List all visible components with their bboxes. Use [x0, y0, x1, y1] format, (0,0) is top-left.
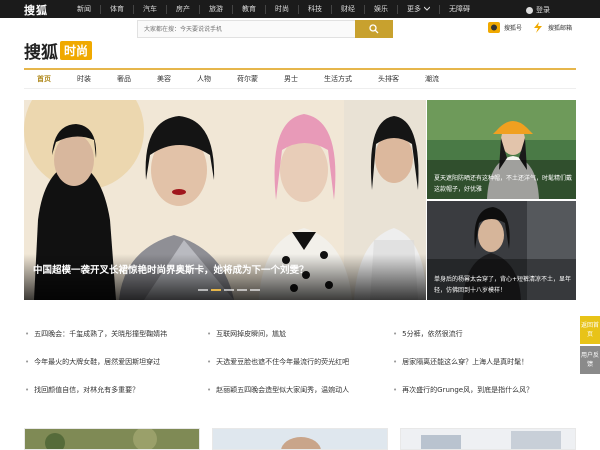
chevron-down-icon — [423, 6, 431, 11]
side-story-1-title: 夏天遮阳防晒还有这种帽，不土还洋气，时髦精们戴这款帽子，好优雅 — [434, 175, 573, 193]
top-nav-finance[interactable]: 财经 — [331, 4, 364, 14]
carousel-indicators — [198, 289, 260, 291]
thumbnail-image — [401, 429, 575, 449]
top-nav-fashion[interactable]: 时尚 — [265, 4, 298, 14]
carousel-dot[interactable] — [250, 289, 260, 291]
cat-hormone[interactable]: 荷尔蒙 — [230, 74, 265, 84]
carousel-dot[interactable] — [237, 289, 247, 291]
hero-caption-overlay — [24, 254, 426, 300]
back-to-home-button[interactable]: 返回首页 — [580, 316, 600, 344]
brand-channel: 时尚 — [60, 41, 93, 60]
news-item[interactable]: 居家隔离还能这么穿？上海人是真时髦！ — [393, 358, 563, 386]
login-label: 登录 — [536, 6, 550, 14]
feedback-button[interactable]: 用户反馈 — [580, 346, 600, 374]
article-thumbnail[interactable] — [400, 428, 576, 450]
top-nav-sports[interactable]: 体育 — [100, 4, 133, 14]
cat-front-row[interactable]: 头排客 — [371, 74, 406, 84]
hero-carousel[interactable]: 中国超模一袭开叉长裙惊艳时尚界奥斯卡，她将成为下一个刘雯？ — [24, 100, 426, 300]
top-nav-auto[interactable]: 汽车 — [133, 4, 166, 14]
search-button[interactable] — [355, 20, 393, 38]
article-thumbnail[interactable] — [24, 428, 200, 450]
cat-clothing[interactable]: 时装 — [70, 74, 98, 84]
brand-logo[interactable]: 搜狐 时尚 — [24, 38, 93, 63]
carousel-dot[interactable] — [224, 289, 234, 291]
mail-bolt-icon — [534, 22, 543, 33]
brand-name: 搜狐 — [24, 43, 58, 63]
side-story-2-title: 单身后的杨幂太会穿了，背心+短裤清凉不土，显年轻，仿佛回到十八岁模样！ — [434, 276, 572, 294]
top-nav-more[interactable]: 更多 — [397, 4, 439, 14]
side-story-1[interactable]: 夏天遮阳防晒还有这种帽，不土还洋气，时髦精们戴这款帽子，好优雅 — [427, 100, 576, 199]
cat-people[interactable]: 人物 — [190, 74, 218, 84]
top-nav-entertainment[interactable]: 娱乐 — [364, 4, 397, 14]
cat-men[interactable]: 男士 — [277, 74, 305, 84]
mail-label: 搜狐邮箱 — [548, 25, 573, 32]
search-box — [137, 20, 393, 38]
top-nav-house[interactable]: 房产 — [166, 4, 199, 14]
mail-link[interactable]: 搜狐邮箱 — [532, 22, 572, 33]
side-story-2[interactable]: 单身后的杨幂太会穿了，背心+短裤清凉不土，显年轻，仿佛回到十八岁模样！ — [427, 201, 576, 300]
news-item[interactable]: 互联网掉皮瞬间，尴尬 — [207, 330, 377, 358]
cat-home[interactable]: 首页 — [30, 74, 58, 84]
top-nav-education[interactable]: 教育 — [232, 4, 265, 14]
carousel-dot-active[interactable] — [211, 289, 221, 291]
sohu-hao-label: 搜狐号 — [504, 25, 523, 32]
header-tools: 搜狐号 搜狐邮箱 — [488, 22, 572, 33]
top-nav-travel[interactable]: 旅游 — [199, 4, 232, 14]
article-thumbnail[interactable] — [212, 428, 388, 450]
top-nav-accessibility[interactable]: 无障碍 — [439, 4, 479, 14]
sohu-logo[interactable]: 搜狐 — [24, 2, 48, 18]
news-item[interactable]: 5分裤，依然很流行 — [393, 330, 563, 358]
news-list-1: 五四晚会：千玺成熟了，关晓彤撞型鞠婧祎 今年最火的大牌女鞋，居然爱因斯坦穿过 找… — [25, 330, 195, 414]
news-item[interactable]: 赵丽颖五四晚会造型似大家闺秀，温婉动人 — [207, 386, 377, 414]
cat-trend[interactable]: 潮流 — [418, 74, 446, 84]
news-item[interactable]: 找回颜值自信，对林允有多重要？ — [25, 386, 195, 414]
search-icon — [369, 24, 379, 34]
sohu-hao-link[interactable]: 搜狐号 — [488, 22, 522, 33]
news-item[interactable]: 再次盛行的Grunge风，到底是指什么风？ — [393, 386, 563, 414]
category-nav: 首页 时装 奢品 美容 人物 荷尔蒙 男士 生活方式 头排客 潮流 — [24, 68, 576, 89]
thumbnail-image — [213, 429, 387, 449]
top-bar: 搜狐 新闻 体育 汽车 房产 旅游 教育 时尚 科技 财经 娱乐 更多 无障碍 … — [0, 0, 600, 18]
top-nav-news[interactable]: 新闻 — [68, 5, 100, 14]
news-item[interactable]: 五四晚会：千玺成熟了，关晓彤撞型鞠婧祎 — [25, 330, 195, 358]
sohu-hao-icon — [488, 22, 500, 33]
news-list-2: 互联网掉皮瞬间，尴尬 天选爱豆脸也遮不住今年最流行的荧光红吧 赵丽颖五四晚会造型… — [207, 330, 377, 414]
top-nav-more-label: 更多 — [407, 4, 421, 13]
hero-title[interactable]: 中国超模一袭开叉长裙惊艳时尚界奥斯卡，她将成为下一个刘雯？ — [33, 262, 309, 276]
cat-lifestyle[interactable]: 生活方式 — [317, 74, 359, 84]
thumbnail-image — [25, 429, 199, 449]
login-link[interactable]: 登录 — [526, 5, 550, 15]
news-item[interactable]: 天选爱豆脸也遮不住今年最流行的荧光红吧 — [207, 358, 377, 386]
carousel-dot[interactable] — [198, 289, 208, 291]
top-nav-tech[interactable]: 科技 — [298, 4, 331, 14]
user-icon — [526, 6, 533, 14]
search-input[interactable] — [138, 21, 355, 37]
cat-beauty[interactable]: 美容 — [150, 74, 178, 84]
top-nav: 新闻 体育 汽车 房产 旅游 教育 时尚 科技 财经 娱乐 更多 无障碍 — [68, 0, 479, 18]
news-item[interactable]: 今年最火的大牌女鞋，居然爱因斯坦穿过 — [25, 358, 195, 386]
cat-luxury[interactable]: 奢品 — [110, 74, 138, 84]
news-list-3: 5分裤，依然很流行 居家隔离还能这么穿？上海人是真时髦！ 再次盛行的Grunge… — [393, 330, 563, 414]
